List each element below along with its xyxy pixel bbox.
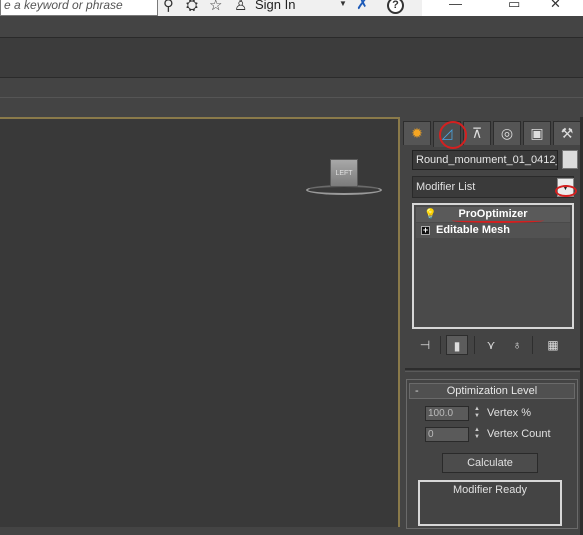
spinner-arrows-icon[interactable]: ▲ ▼: [473, 427, 481, 442]
viewport-left[interactable]: LEFT: [0, 117, 400, 527]
star-icon[interactable]: ☆: [209, 0, 222, 14]
annotation-circle-modify-tab: [439, 121, 467, 149]
autodesk-x-icon[interactable]: ✗: [356, 0, 369, 13]
object-color-swatch[interactable]: [562, 150, 578, 169]
search-input[interactable]: e a keyword or phrase: [0, 0, 158, 16]
help-icon[interactable]: ?: [387, 0, 404, 14]
app-window: e a keyword or phrase ⚲ ⛭ ☆ ♙ Sign In ▼ …: [0, 0, 583, 535]
rollout-collapse-toggle[interactable]: -: [415, 384, 419, 398]
modifier-list-dropdown[interactable]: Modifier List: [412, 176, 574, 198]
vertex-percent-input[interactable]: 100.0: [425, 406, 469, 421]
window-controls: — ▭ ✕: [422, 0, 583, 16]
pin-stack-icon[interactable]: ⊣: [414, 335, 436, 355]
expand-plus-icon[interactable]: +: [421, 226, 430, 235]
tab-create[interactable]: ✹: [403, 121, 431, 145]
sign-in-link[interactable]: Sign In: [255, 0, 295, 13]
object-name-field[interactable]: Round_monument_01_0412_: [412, 150, 558, 170]
create-sun-icon: ✹: [411, 125, 423, 141]
binoculars-icon[interactable]: ⚲: [163, 0, 174, 14]
show-end-result-icon[interactable]: ▮: [446, 335, 468, 355]
stack-toolbar: ⊣ ▮ ⋎ ♁ ▦: [412, 334, 574, 356]
configure-modifier-sets-icon[interactable]: ▦: [542, 335, 564, 355]
hierarchy-icon: ⊼: [471, 125, 483, 141]
tab-hierarchy[interactable]: ⊼: [463, 121, 491, 145]
menu-bar: [0, 16, 583, 37]
modifier-stack: 💡 ProOptimizer + Editable Mesh: [412, 203, 574, 329]
hammer-icon: ⚒: [560, 125, 574, 141]
tab-motion[interactable]: ◎: [493, 121, 521, 145]
spinner-arrows-icon[interactable]: ▲ ▼: [473, 406, 481, 421]
maximize-icon[interactable]: ▭: [508, 0, 520, 12]
rollout-title: Optimization Level: [446, 385, 538, 397]
status-message-box: Modifier Ready: [418, 480, 562, 526]
status-text: Modifier Ready: [453, 484, 527, 496]
calculate-button[interactable]: Calculate: [442, 453, 538, 473]
toolbar-separator: [474, 336, 475, 354]
minimize-icon[interactable]: —: [449, 0, 462, 11]
stack-item-editable-mesh[interactable]: + Editable Mesh: [416, 223, 570, 238]
satellite-icon[interactable]: ⛭: [186, 0, 198, 14]
vertex-count-row: 0 ▲ ▼ Vertex Count: [425, 427, 575, 443]
toolbar-strip: [0, 77, 583, 97]
close-icon[interactable]: ✕: [550, 0, 561, 12]
rollout-header[interactable]: - Optimization Level: [409, 383, 575, 399]
toolbar-separator: [532, 336, 533, 354]
annotation-oval-dropdown: [555, 185, 577, 197]
vertex-percent-label: Vertex %: [487, 407, 532, 419]
display-monitor-icon: ▣: [530, 125, 544, 141]
motion-icon: ◎: [500, 125, 514, 141]
scene-explorer-strip: [0, 97, 583, 117]
make-unique-icon[interactable]: ⋎: [480, 335, 502, 355]
stack-item-label: Editable Mesh: [436, 224, 510, 236]
toolbar-separator: [440, 336, 441, 354]
vertex-count-input[interactable]: 0: [425, 427, 469, 442]
ribbon: [0, 37, 583, 77]
viewcube[interactable]: LEFT: [330, 159, 358, 187]
optimization-level-rollout: - Optimization Level 100.0 ▲ ▼ Vertex % 0…: [406, 379, 578, 529]
remove-modifier-icon[interactable]: ♁: [506, 335, 528, 355]
command-panel-tabs: ✹ ◿ ⊼ ◎ ▣ ⚒: [403, 121, 581, 149]
tab-utilities[interactable]: ⚒: [553, 121, 581, 145]
user-icon[interactable]: ♙: [234, 0, 247, 14]
title-bar: e a keyword or phrase ⚲ ⛭ ☆ ♙ Sign In ▼ …: [0, 0, 583, 16]
signin-dropdown-caret[interactable]: ▼: [339, 0, 347, 8]
tab-display[interactable]: ▣: [523, 121, 551, 145]
vertex-count-label: Vertex Count: [487, 428, 551, 440]
panel-divider: [405, 368, 580, 372]
command-panel: ✹ ◿ ⊼ ◎ ▣ ⚒ Round_monument_01_0412_ Modi…: [400, 117, 583, 535]
vertex-percent-row: 100.0 ▲ ▼ Vertex %: [425, 406, 575, 422]
lightbulb-icon[interactable]: 💡: [424, 207, 436, 222]
